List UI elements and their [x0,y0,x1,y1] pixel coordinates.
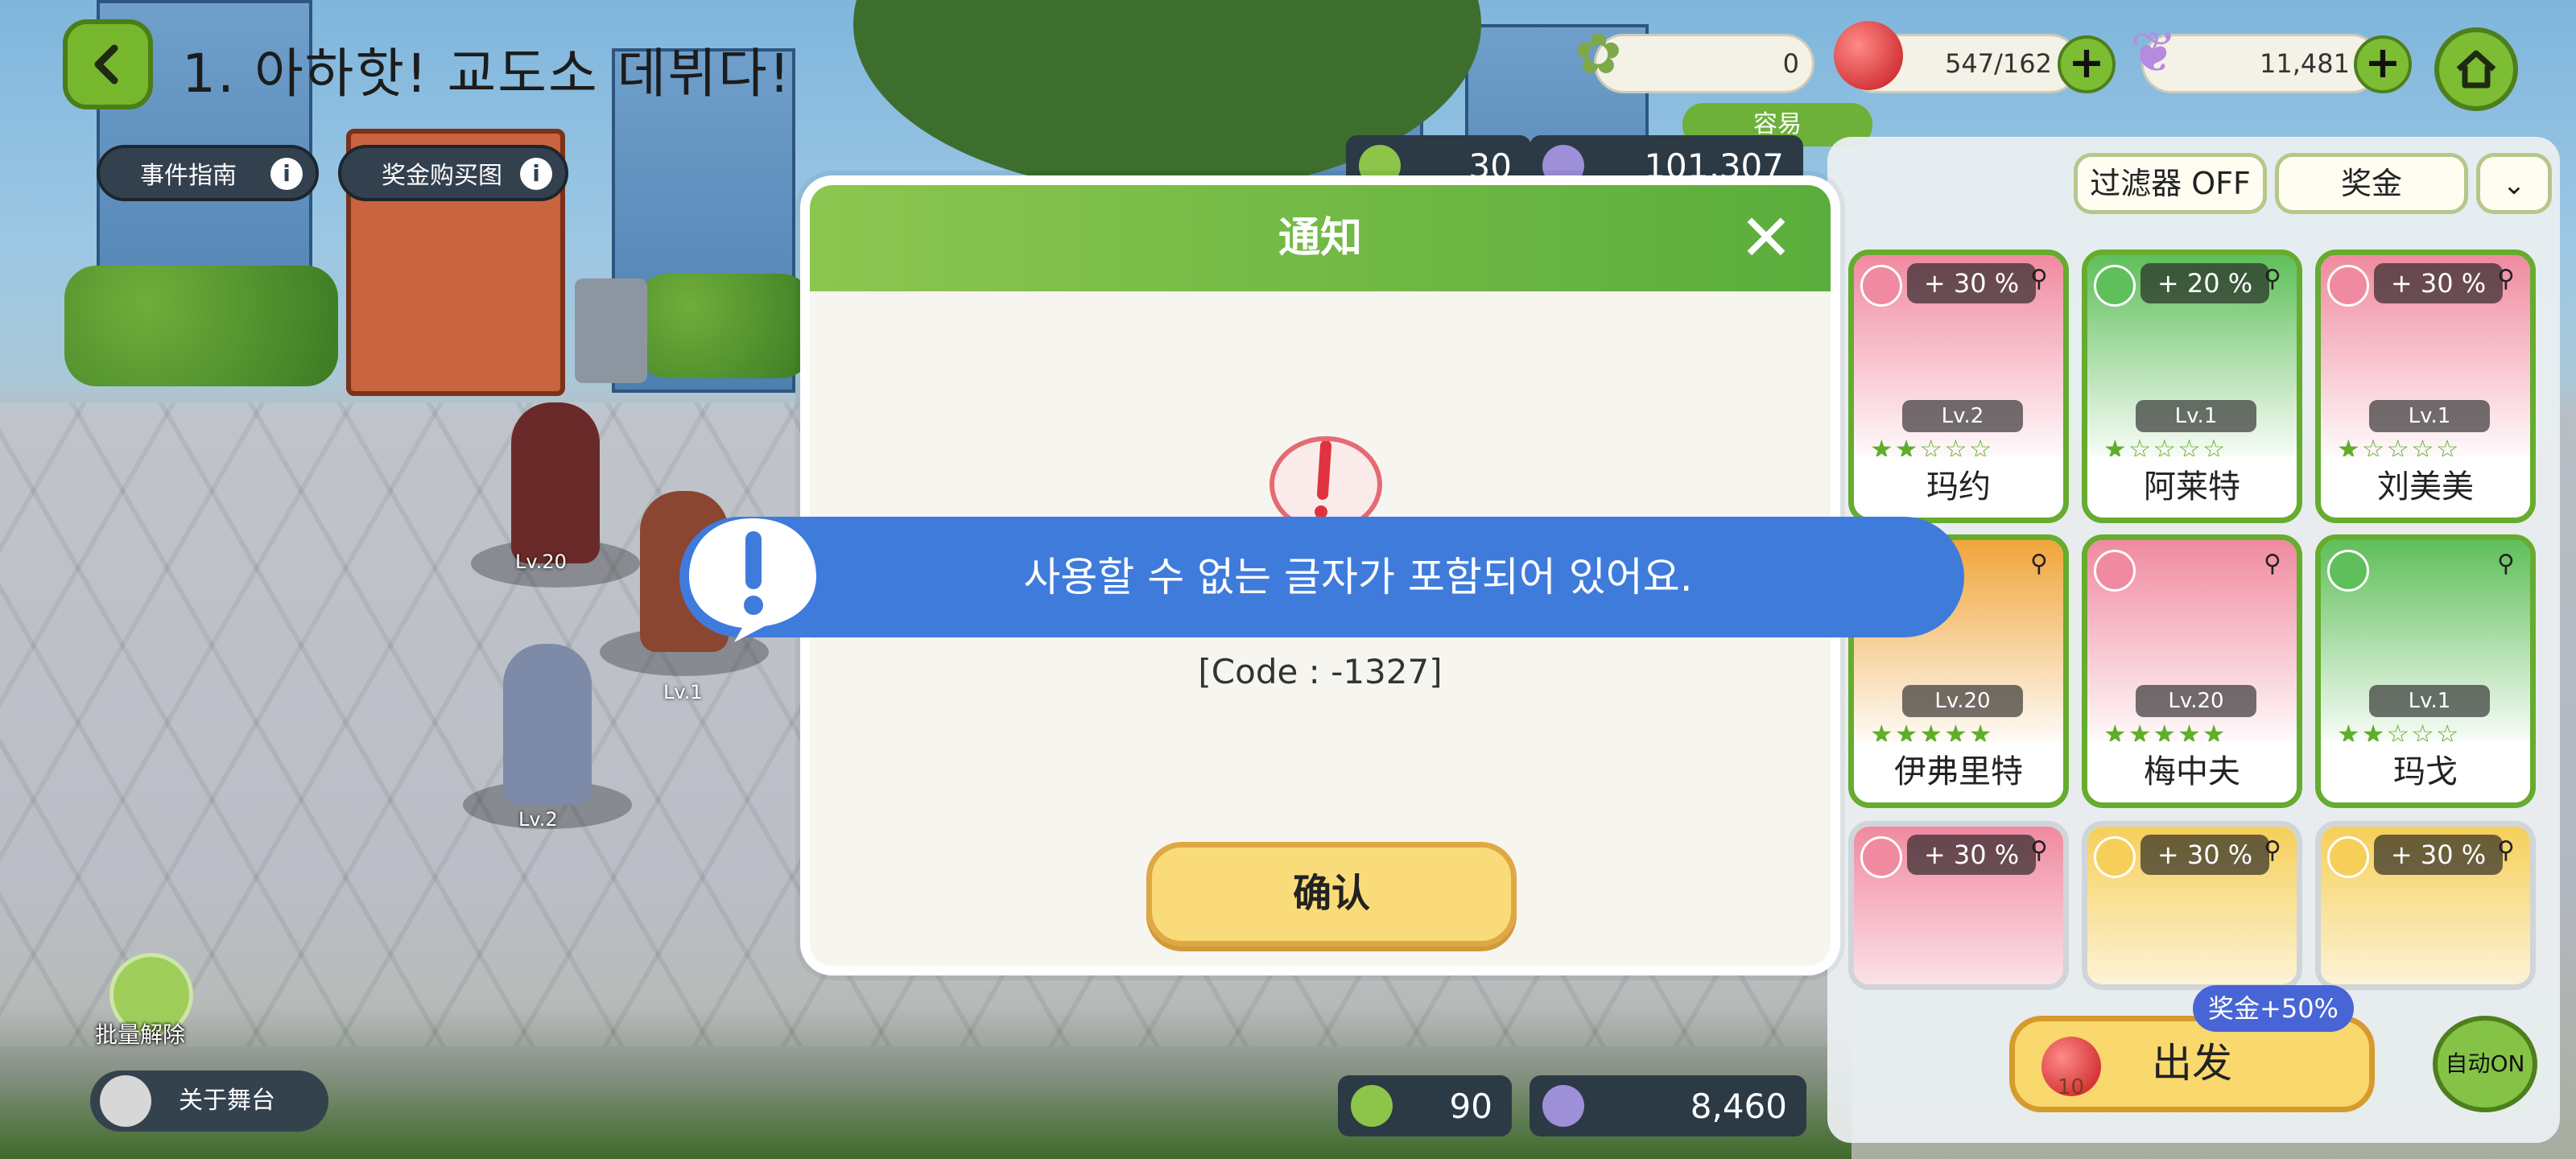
confirm-button[interactable]: 确认 [1146,842,1517,947]
dialog-title: 通知 [1278,214,1362,262]
error-code: [Code : -1327] [1198,652,1443,691]
close-icon: ✕ [1739,200,1794,275]
error-toast: 사용할 수 없는 글자가 포함되어 있어요. [679,517,1964,642]
game-scene: Lv.20 Lv.1 Lv.2 1. 아하핫! 교도소 데뷔다! 事件指南 i … [0,0,2576,1159]
close-button[interactable]: ✕ [1736,206,1797,270]
toast-message: 사용할 수 없는 글자가 포함되어 있어요. [1023,554,1693,600]
